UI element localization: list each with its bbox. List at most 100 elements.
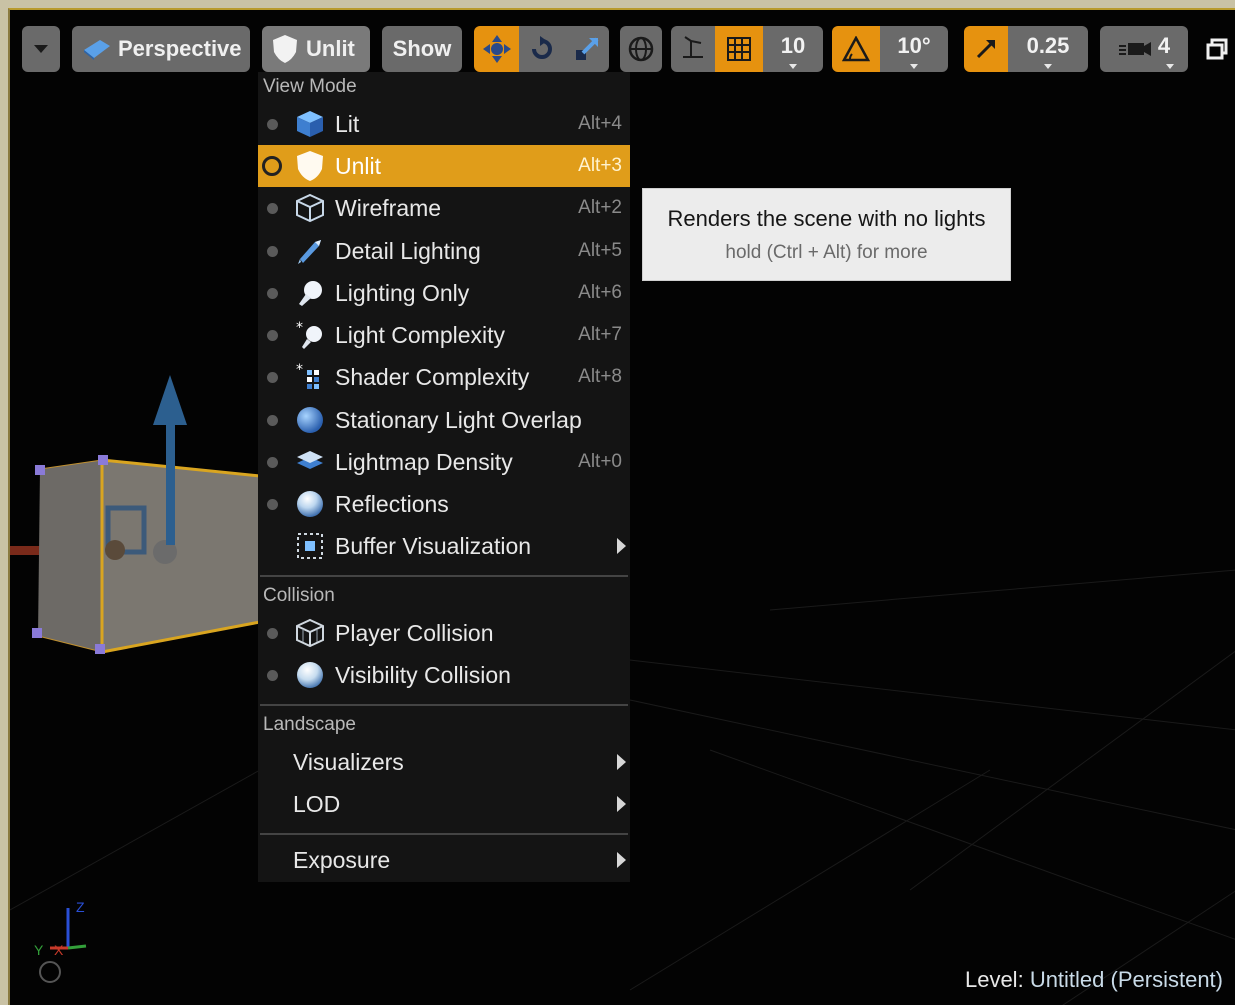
menu-item-player-collision[interactable]: Player Collision [258,612,630,654]
submenu-arrow-icon [617,796,626,812]
chevron-down-icon [910,64,918,69]
globe-icon [627,35,655,63]
restore-window-icon [1206,38,1228,64]
svg-text:*: * [296,320,303,336]
radio-indicator [267,118,278,130]
translate-mode-button[interactable] [474,26,519,72]
menu-item-shortcut: Alt+3 [578,155,622,176]
menu-item-shortcut: Alt+5 [578,240,622,261]
reflection-sphere-icon [294,488,326,520]
landscape-header: Landscape [263,714,356,735]
menu-item-buffer-visualization[interactable]: Buffer Visualization [258,525,630,567]
level-prefix: Level: [964,967,1024,992]
menu-divider [260,704,628,706]
camera-speed-value: 4 [1157,33,1171,58]
z-axis-label: Z [76,899,85,915]
menu-item-label: Lighting Only [335,279,470,306]
radio-indicator [267,456,278,468]
perspective-label: Perspective [118,36,242,61]
scale-mode-button[interactable] [565,26,609,72]
shader-complexity-icon: * [294,361,326,393]
tooltip-hint: hold (Ctrl + Alt) for more [725,242,928,263]
menu-item-label: Visualizers [293,748,404,775]
menu-item-lightmap-density[interactable]: Lightmap Density Alt+0 [258,441,630,483]
brush-icon [294,235,326,267]
menu-item-shortcut: Alt+2 [578,197,622,218]
menu-item-lod[interactable]: LOD [258,783,630,825]
selected-box-mesh[interactable] [32,455,261,654]
world-local-toggle[interactable] [620,26,662,72]
lighting-only-icon [294,277,326,309]
y-axis-label: Y [34,942,44,958]
menu-item-lit[interactable]: Lit Alt+4 [258,103,630,145]
scale-icon [573,35,601,63]
viewport-options-button[interactable] [22,26,60,72]
show-button[interactable]: Show [382,26,462,72]
surface-snapping-button[interactable] [671,26,715,72]
rotation-snap-toggle[interactable] [832,26,880,72]
unlit-shield-icon [272,34,298,64]
grid-snap-value: 10 [780,33,806,58]
menu-item-visualizers[interactable]: Visualizers [258,741,630,783]
submenu-arrow-icon [617,852,626,868]
buffer-grid-icon [294,530,326,562]
lightmap-layers-icon [294,446,326,478]
rotation-snap-value: 10° [897,33,931,58]
level-indicator: Level: Untitled (Persistent) [965,967,1223,993]
menu-item-reflections[interactable]: Reflections [258,483,630,525]
radio-indicator [267,202,278,214]
menu-item-label: Unlit [335,152,382,179]
maximize-viewport-button[interactable] [1206,38,1232,62]
sphere-icon [294,404,326,436]
menu-item-stationary-light-overlap[interactable]: Stationary Light Overlap [258,399,630,441]
radio-indicator [267,371,278,383]
chevron-down-icon [1044,64,1052,69]
radio-indicator [267,414,278,426]
scale-snap-toggle[interactable] [964,26,1008,72]
rotation-snap-value-dropdown[interactable]: 10° [880,26,948,72]
menu-item-shortcut: Alt+8 [578,366,622,387]
visibility-sphere-icon [294,659,326,691]
menu-item-label: Lit [335,110,360,137]
unlit-shield-icon [294,150,326,182]
submenu-arrow-icon [617,538,626,554]
menu-item-light-complexity[interactable]: * Light Complexity Alt+7 [258,314,630,356]
axis-indicator: Z Y X [34,899,87,983]
tooltip-title: Renders the scene with no lights [667,206,986,231]
menu-item-label: Exposure [293,846,391,873]
chevron-down-icon [34,44,48,54]
radio-indicator [267,245,278,257]
unlit-tooltip: Renders the scene with no lights hold (C… [642,188,1011,281]
view-mode-button[interactable]: Unlit [262,26,370,72]
menu-item-visibility-collision[interactable]: Visibility Collision [258,654,630,696]
x-axis-label: X [54,942,64,958]
menu-item-exposure[interactable]: Exposure [258,839,630,881]
menu-item-label: Visibility Collision [335,661,511,688]
menu-item-unlit[interactable]: Unlit Alt+3 [258,145,630,187]
menu-item-shortcut: Alt+0 [578,451,622,472]
menu-item-detail-lighting[interactable]: Detail Lighting Alt+5 [258,230,630,272]
menu-item-label: Player Collision [335,619,494,646]
menu-item-label: Lightmap Density [335,448,513,475]
menu-item-shortcut: Alt+6 [578,282,622,303]
grid-snap-toggle[interactable] [715,26,763,72]
menu-item-label: Wireframe [335,194,442,221]
view-mode-menu: View Mode Lit Alt+4 Unlit Alt+3 Wirefram… [258,72,630,882]
menu-item-shader-complexity[interactable]: * Shader Complexity Alt+8 [258,356,630,398]
camera-speed-button[interactable]: 4 [1100,26,1188,72]
menu-item-label: Buffer Visualization [335,532,532,559]
submenu-arrow-icon [617,754,626,770]
scale-snap-value-dropdown[interactable]: 0.25 [1008,26,1088,72]
chevron-down-icon [789,64,797,69]
radio-indicator [267,627,278,639]
perspective-button[interactable]: Perspective [72,26,250,72]
svg-text:*: * [296,362,303,378]
camera-speed-icon [1118,38,1152,60]
menu-item-wireframe[interactable]: Wireframe Alt+2 [258,187,630,229]
menu-item-lighting-only[interactable]: Lighting Only Alt+6 [258,272,630,314]
menu-item-label: LOD [293,790,341,817]
show-label: Show [392,36,452,61]
translate-arrows-icon [482,34,512,64]
rotate-mode-button[interactable] [519,26,565,72]
grid-snap-value-dropdown[interactable]: 10 [763,26,823,72]
